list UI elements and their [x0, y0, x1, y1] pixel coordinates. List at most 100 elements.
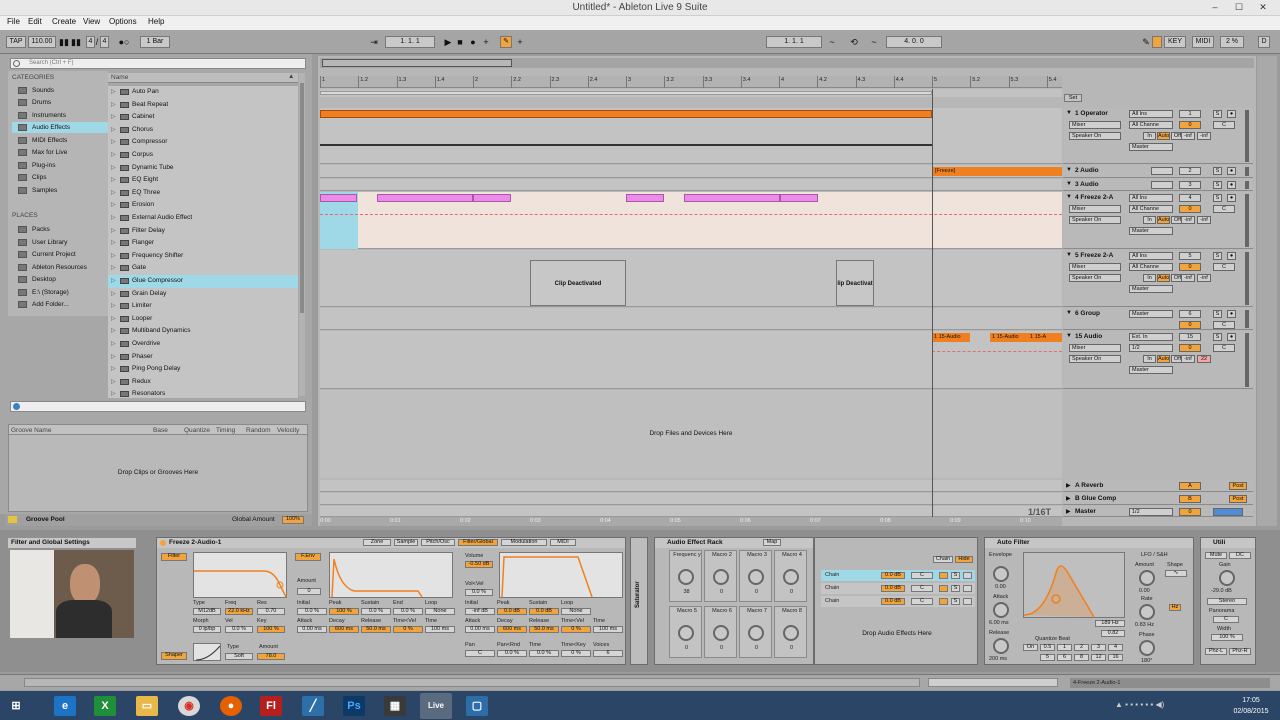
shaper-toggle[interactable]: Shaper — [161, 652, 187, 660]
chain-row[interactable]: Chain 0.0 dB C S — [821, 596, 975, 607]
track-header[interactable]: ▼ 1 Operator All Ins All Channe Mixer Speaker… — [1063, 108, 1253, 164]
chain-row[interactable]: Chain 0.0 dB C S — [821, 570, 975, 581]
dc-button[interactable]: DC — [1229, 552, 1251, 559]
volume-field[interactable]: 0 — [1179, 263, 1201, 271]
input-channel-menu[interactable]: All Channe — [1129, 263, 1173, 271]
macro-knob-8[interactable]: Macro 8 0 — [774, 606, 807, 658]
filter-q-field[interactable]: 0.82 — [1101, 630, 1125, 637]
sampler-tab[interactable]: Pitch/Osc — [421, 539, 455, 546]
name-column-header[interactable]: Name ▲ — [108, 73, 298, 83]
grid-zoom-label[interactable]: 1/16T — [1028, 507, 1051, 517]
punch-in-icon[interactable]: ~ — [826, 36, 838, 48]
macro-knob-4[interactable]: Macro 4 0 — [774, 550, 807, 602]
return-track-name[interactable]: A Reverb — [1075, 482, 1103, 489]
output-menu[interactable]: Master — [1129, 310, 1173, 318]
chain-volume[interactable]: 0.0 dB — [881, 572, 905, 579]
place-packs[interactable]: Packs — [12, 224, 108, 235]
browser-item[interactable]: ▷ Beat Repeat — [108, 99, 298, 112]
lane-4-freeze[interactable] — [320, 192, 1062, 249]
expand-triangle-icon[interactable]: ▷ — [111, 250, 116, 262]
macro-knob-dial[interactable] — [783, 569, 799, 585]
sampler-tab[interactable]: Sample — [394, 539, 418, 546]
speaker-on-menu[interactable]: Speaker On — [1069, 216, 1121, 224]
stop-icon[interactable]: ■ — [454, 36, 466, 48]
lane-6-group[interactable] — [320, 308, 1062, 330]
quantize-beat-button[interactable]: 6 — [1057, 654, 1072, 661]
fold-triangle-icon[interactable]: ▼ — [1066, 333, 1072, 339]
fold-triangle-icon[interactable]: ▶ — [1066, 482, 1071, 489]
overview-window[interactable] — [322, 59, 512, 67]
lane-2-audio[interactable]: [Freeze] — [320, 165, 1062, 178]
menu-file[interactable]: File — [7, 17, 20, 26]
chain-speaker-icon[interactable] — [939, 585, 948, 592]
return-track-header[interactable]: ▶ Master 1/2 0 — [1063, 506, 1253, 517]
gain-knob[interactable] — [1219, 570, 1235, 586]
expand-triangle-icon[interactable]: ▷ — [111, 262, 116, 274]
track-header[interactable]: ▼ 2 Audio 2 S ● — [1063, 165, 1253, 178]
mixer-menu[interactable]: Mixer — [1069, 121, 1121, 129]
tap-button[interactable]: TAP — [6, 36, 26, 48]
clock-time[interactable]: 17:05 — [1226, 697, 1276, 704]
param-value[interactable]: 0.0 % — [393, 608, 423, 615]
freeze-clip[interactable]: [Freeze] — [932, 167, 1062, 176]
browser-item[interactable]: ▷ Chorus — [108, 124, 298, 137]
stereo-menu[interactable]: Stereo — [1207, 598, 1247, 605]
chain-volume[interactable]: 0.0 dB — [881, 585, 905, 592]
sampler-tab[interactable]: Modulation — [501, 539, 547, 546]
firefox-icon[interactable]: ● — [220, 696, 242, 716]
audio-clip[interactable]: 1 15-Audio — [932, 333, 970, 342]
rate-knob[interactable] — [1139, 604, 1155, 620]
browser-item[interactable]: ▷ Phaser — [108, 351, 298, 364]
param-value[interactable]: 6 — [593, 650, 623, 657]
chain-solo-button[interactable]: S — [951, 572, 960, 579]
nudge-icon[interactable]: ▮▮ — [70, 36, 82, 48]
mixer-menu[interactable]: Mixer — [1069, 344, 1121, 352]
volume-field[interactable]: 0 — [1179, 205, 1201, 213]
monitor-in-button[interactable]: In — [1143, 132, 1156, 140]
place-user-library[interactable]: User Library — [12, 237, 108, 248]
metronome-icon[interactable]: ●○ — [114, 36, 134, 48]
browser-item[interactable]: ▷ Multiband Dynamics — [108, 325, 298, 338]
expand-triangle-icon[interactable]: ▷ — [111, 174, 116, 186]
expand-triangle-icon[interactable]: ▷ — [111, 325, 116, 337]
track-name[interactable]: 2 Audio — [1075, 167, 1099, 174]
groove-pool-icon[interactable] — [8, 516, 17, 523]
volume-field[interactable]: 0 — [1179, 344, 1201, 352]
param-value[interactable]: 50.0 ms — [529, 626, 559, 633]
solo-button[interactable]: S — [1213, 333, 1222, 341]
expand-triangle-icon[interactable]: ▷ — [111, 136, 116, 148]
chain-name[interactable]: Chain — [825, 598, 839, 604]
param-value[interactable]: 50.0 ms — [361, 626, 391, 633]
shaper-amount-field[interactable]: 78.0 — [257, 653, 285, 660]
track-number[interactable]: 2 — [1179, 167, 1201, 175]
lane-3-audio[interactable] — [320, 179, 1062, 191]
macro-knob-dial[interactable] — [713, 625, 729, 641]
chain-arm-button[interactable] — [963, 572, 972, 579]
midi-clip[interactable] — [684, 194, 780, 202]
quantize-beat-button[interactable]: 2 — [1074, 644, 1089, 651]
param-value[interactable]: 0.0 dB — [497, 608, 527, 615]
play-icon[interactable]: ▶ — [442, 36, 454, 48]
return-track-name[interactable]: Master — [1075, 508, 1096, 515]
overdub-icon[interactable]: + — [480, 36, 492, 48]
expand-triangle-icon[interactable]: ▷ — [111, 187, 116, 199]
utility-title[interactable]: Utili — [1201, 538, 1255, 548]
track-number[interactable]: 1 — [1179, 110, 1201, 118]
fold-triangle-icon[interactable]: ▼ — [1066, 181, 1072, 187]
chain-arm-button[interactable] — [963, 598, 972, 605]
record-icon[interactable]: ● — [467, 36, 479, 48]
track-number[interactable]: 15 — [1179, 333, 1201, 341]
system-tray-icons[interactable]: ▲ ▪ ▪ ▪ ▪ ▪ ▪ ◀) — [1115, 700, 1225, 710]
macro-knob-dial[interactable] — [748, 569, 764, 585]
param-value[interactable]: 0.0 % — [361, 608, 391, 615]
operator-clip[interactable] — [320, 110, 932, 118]
param-value[interactable]: 0 % — [561, 626, 591, 633]
param-value[interactable]: 100 ms — [593, 626, 623, 633]
loop-length-field[interactable]: 4. 0. 0 — [886, 36, 942, 48]
pan-field[interactable]: C — [1213, 121, 1235, 129]
fold-triangle-icon[interactable]: ▼ — [1066, 110, 1072, 116]
filter-graph[interactable] — [193, 552, 287, 598]
shape-menu[interactable]: ∿ — [1165, 570, 1187, 577]
monitor-in-button[interactable]: In — [1143, 216, 1156, 224]
fold-triangle-icon[interactable]: ▶ — [1066, 508, 1071, 515]
